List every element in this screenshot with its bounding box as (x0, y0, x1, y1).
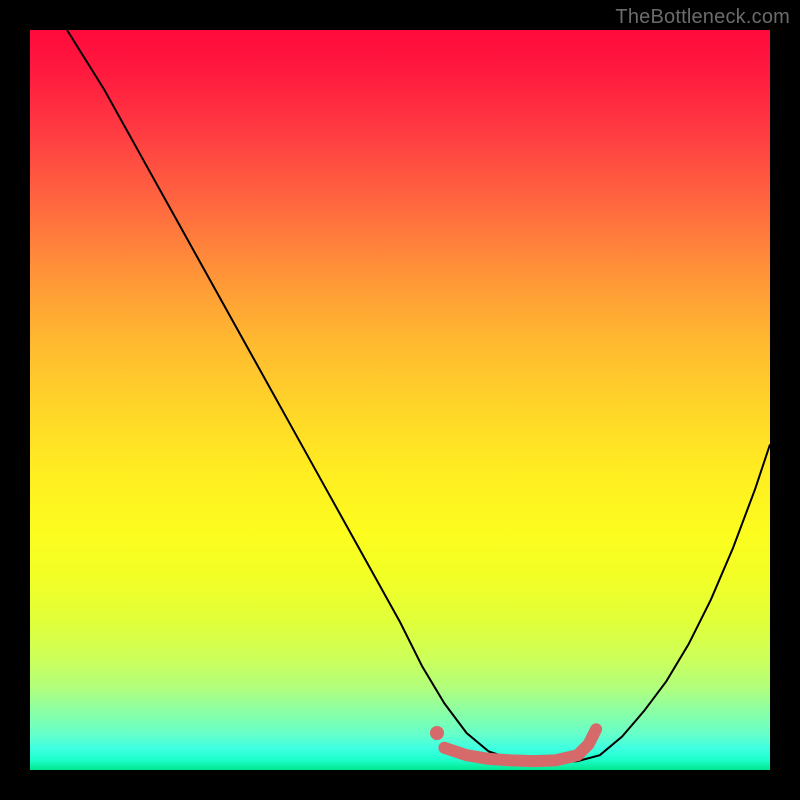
curve-layer (30, 30, 770, 770)
watermark-text: TheBottleneck.com (615, 6, 790, 29)
highlight-dot-icon (430, 726, 444, 740)
plot-area (30, 30, 770, 770)
bottleneck-chart: TheBottleneck.com (0, 0, 800, 800)
bottleneck-curve (67, 30, 770, 763)
